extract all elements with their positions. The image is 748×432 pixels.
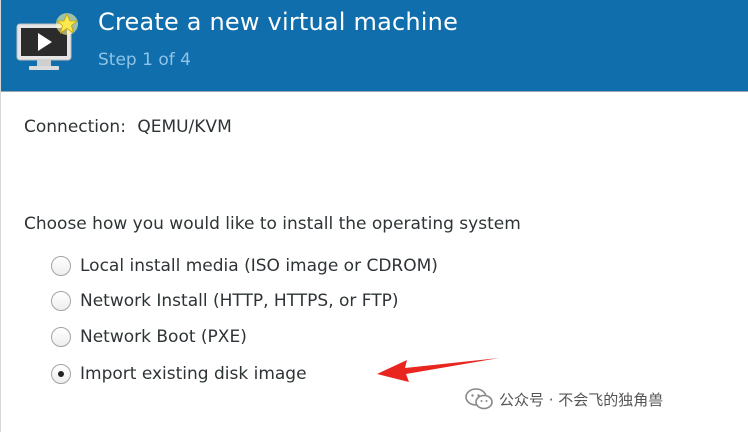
radio-network-install[interactable]: Network Install (HTTP, HTTPS, or FTP) (51, 288, 399, 314)
connection-label: Connection: (24, 117, 126, 137)
install-method-prompt: Choose how you would like to install the… (24, 214, 521, 234)
wizard-title: Create a new virtual machine (98, 8, 459, 36)
radio-label[interactable]: Network Boot (PXE) (80, 327, 247, 347)
wizard-header: Create a new virtual machine Step 1 of 4 (1, 0, 748, 91)
radio-label[interactable]: Import existing disk image (80, 364, 307, 384)
wechat-icon (465, 388, 493, 410)
header-divider (1, 91, 748, 92)
radio-button[interactable] (51, 256, 71, 276)
radio-import-disk-image[interactable]: Import existing disk image (51, 361, 307, 387)
watermark-text: 公众号 · 不会飞的独角兽 (499, 390, 664, 409)
watermark: 公众号 · 不会飞的独角兽 (465, 388, 663, 410)
red-arrow-icon (377, 358, 499, 382)
radio-label[interactable]: Local install media (ISO image or CDROM) (80, 256, 438, 276)
wizard-step-indicator: Step 1 of 4 (98, 50, 191, 70)
radio-local-install-media[interactable]: Local install media (ISO image or CDROM) (51, 253, 438, 279)
create-vm-dialog: Create a new virtual machine Step 1 of 4… (0, 0, 748, 432)
monitor-play-star-icon (16, 12, 79, 70)
radio-label[interactable]: Network Install (HTTP, HTTPS, or FTP) (80, 291, 399, 311)
radio-button-selected[interactable] (51, 364, 71, 384)
connection-value: QEMU/KVM (137, 117, 232, 137)
radio-button[interactable] (51, 291, 71, 311)
radio-network-boot[interactable]: Network Boot (PXE) (51, 324, 247, 350)
connection-info: Connection: QEMU/KVM (24, 117, 232, 137)
radio-button[interactable] (51, 327, 71, 347)
